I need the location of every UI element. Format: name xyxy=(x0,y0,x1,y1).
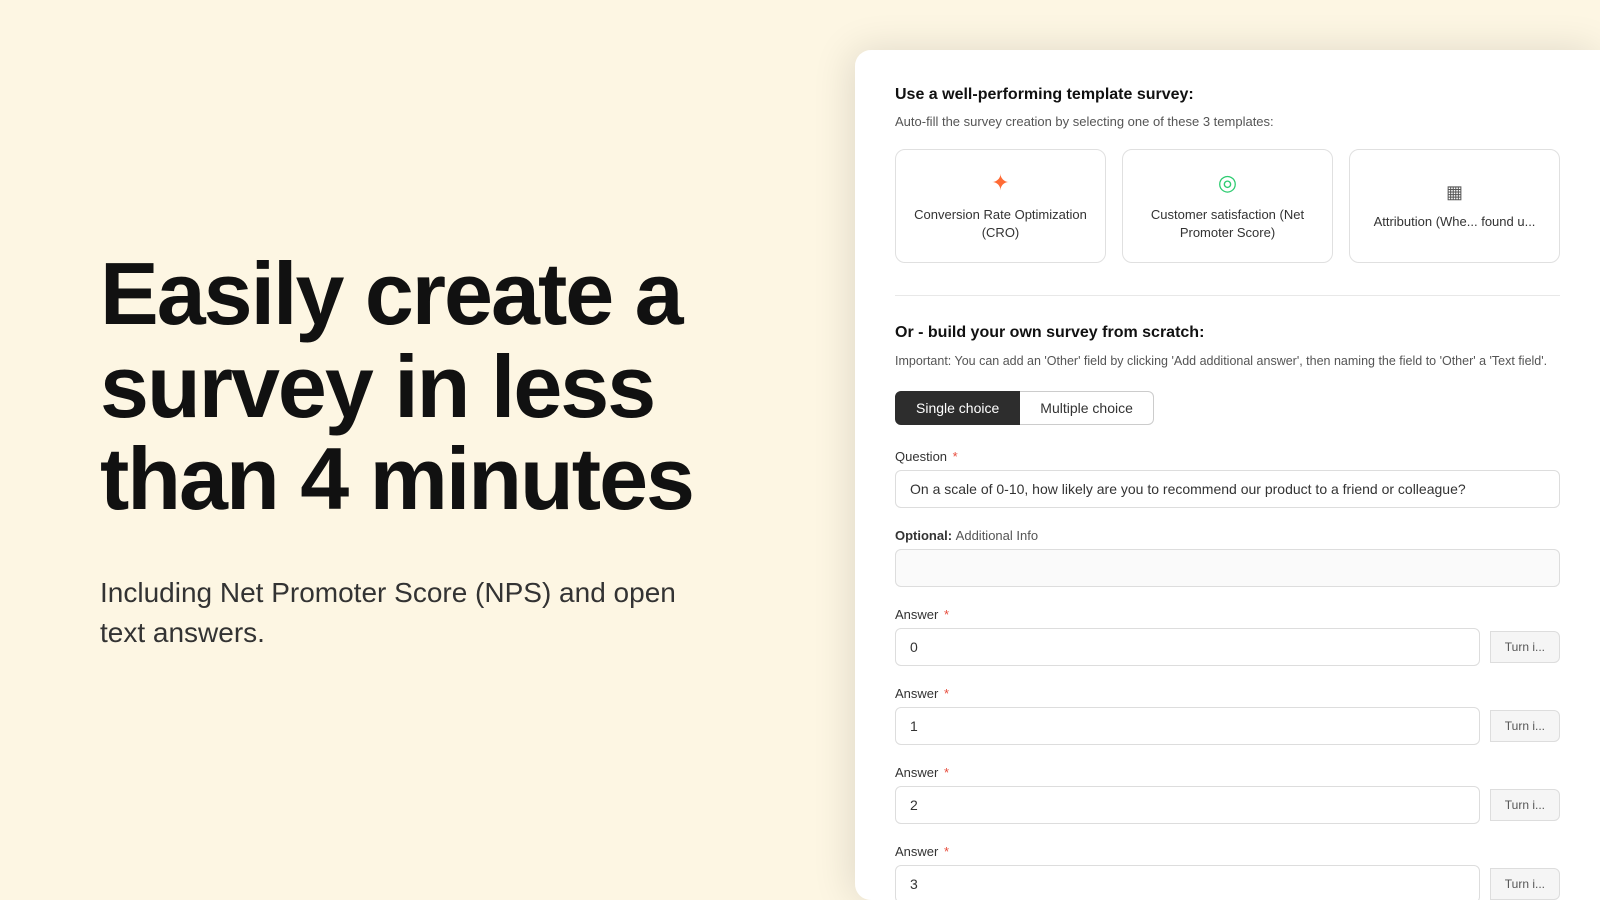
answer-1-group: Answer * Turn i... xyxy=(895,686,1560,745)
optional-input[interactable] xyxy=(895,549,1560,587)
hero-title: Easily create a survey in less than 4 mi… xyxy=(100,248,755,525)
template-label-attribution: Attribution (Whe... found u... xyxy=(1374,213,1536,231)
template-label-cro: Conversion Rate Optimization (CRO) xyxy=(912,206,1089,242)
template-section-subtitle: Auto-fill the survey creation by selecti… xyxy=(895,114,1560,129)
template-card-attribution[interactable]: ▦ Attribution (Whe... found u... xyxy=(1349,149,1560,263)
question-label: Question * xyxy=(895,449,1560,464)
answer-0-group: Answer * Turn i... xyxy=(895,607,1560,666)
right-panel: Use a well-performing template survey: A… xyxy=(855,50,1600,900)
section-divider xyxy=(895,295,1560,296)
answer-3-turn-in[interactable]: Turn i... xyxy=(1490,868,1560,900)
answer-0-input[interactable] xyxy=(895,628,1480,666)
choice-toggle: Single choice Multiple choice xyxy=(895,391,1560,425)
template-icon-cro: ✦ xyxy=(991,170,1009,196)
answer-3-group: Answer * Turn i... xyxy=(895,844,1560,900)
question-input[interactable] xyxy=(895,470,1560,508)
template-icon-attribution: ▦ xyxy=(1446,182,1463,203)
answer-2-group: Answer * Turn i... xyxy=(895,765,1560,824)
answer-3-input[interactable] xyxy=(895,865,1480,900)
template-card-cro[interactable]: ✦ Conversion Rate Optimization (CRO) xyxy=(895,149,1106,263)
scratch-title: Or - build your own survey from scratch: xyxy=(895,324,1560,342)
answer-1-label: Answer * xyxy=(895,686,1560,701)
answer-1-row: Turn i... xyxy=(895,707,1560,745)
left-panel: Easily create a survey in less than 4 mi… xyxy=(0,0,855,900)
template-label-nps: Customer satisfaction (Net Promoter Scor… xyxy=(1139,206,1316,242)
template-section: Use a well-performing template survey: A… xyxy=(895,86,1560,263)
single-choice-button[interactable]: Single choice xyxy=(895,391,1020,425)
answer-3-row: Turn i... xyxy=(895,865,1560,900)
scratch-note: Important: You can add an 'Other' field … xyxy=(895,352,1560,371)
answer-1-input[interactable] xyxy=(895,707,1480,745)
template-card-nps[interactable]: ◎ Customer satisfaction (Net Promoter Sc… xyxy=(1122,149,1333,263)
answer-1-turn-in[interactable]: Turn i... xyxy=(1490,710,1560,742)
answer-0-turn-in[interactable]: Turn i... xyxy=(1490,631,1560,663)
answer-3-label: Answer * xyxy=(895,844,1560,859)
answer-2-turn-in[interactable]: Turn i... xyxy=(1490,789,1560,821)
templates-row: ✦ Conversion Rate Optimization (CRO) ◎ C… xyxy=(895,149,1560,263)
optional-label: Optional: Additional Info xyxy=(895,528,1560,543)
answer-0-row: Turn i... xyxy=(895,628,1560,666)
scratch-section: Or - build your own survey from scratch:… xyxy=(895,324,1560,371)
template-icon-nps: ◎ xyxy=(1218,170,1237,196)
template-section-title: Use a well-performing template survey: xyxy=(895,86,1560,104)
optional-field-group: Optional: Additional Info xyxy=(895,528,1560,587)
multiple-choice-button[interactable]: Multiple choice xyxy=(1020,391,1154,425)
answer-2-label: Answer * xyxy=(895,765,1560,780)
answer-2-row: Turn i... xyxy=(895,786,1560,824)
answer-2-input[interactable] xyxy=(895,786,1480,824)
answer-0-label: Answer * xyxy=(895,607,1560,622)
question-field-group: Question * xyxy=(895,449,1560,508)
hero-subtitle: Including Net Promoter Score (NPS) and o… xyxy=(100,573,680,651)
